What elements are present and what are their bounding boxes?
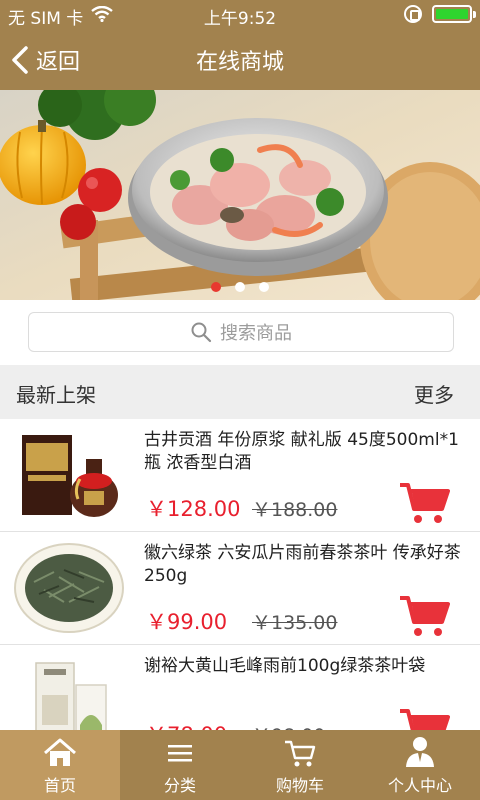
green-tea-leaves-image xyxy=(14,543,124,633)
add-to-cart-icon[interactable] xyxy=(398,594,450,638)
tab-home[interactable]: 首页 xyxy=(0,730,120,800)
status-bar: 无 SIM 卡 上午9:52 xyxy=(0,0,480,30)
page-title: 在线商城 xyxy=(195,50,284,75)
product-list: 古井贡酒 年份原浆 献礼版 45度500ml*1瓶 浓香型白酒 ￥128.00 … xyxy=(0,419,480,730)
user-icon xyxy=(406,737,434,767)
carousel-dot[interactable] xyxy=(235,282,245,292)
product-price: ￥99.00 xyxy=(146,610,228,634)
tab-cart[interactable]: 购物车 xyxy=(240,730,360,800)
product-price: ￥128.00 xyxy=(146,497,241,521)
search-placeholder: 搜索商品 xyxy=(220,323,292,344)
section-header: 最新上架 更多 xyxy=(0,365,480,419)
add-to-cart-icon[interactable] xyxy=(398,481,450,525)
battery-fill xyxy=(436,9,468,19)
tab-bar: 首页 分类 购物车 个人中心 xyxy=(0,730,480,800)
baijiu-bottle-image xyxy=(22,435,118,517)
tea-package-image xyxy=(35,662,107,730)
banner-carousel[interactable] xyxy=(0,90,480,300)
banner-image xyxy=(0,90,480,300)
product-item[interactable]: 徽六绿茶 六安瓜片雨前春茶茶叶 传承好茶250g ￥99.00 ￥135.00 xyxy=(0,532,480,645)
home-icon xyxy=(44,738,76,766)
product-title: 谢裕大黄山毛峰雨前100g绿茶茶叶袋 xyxy=(144,656,426,676)
status-right xyxy=(404,5,476,23)
nav-bar: 返回 在线商城 xyxy=(0,30,480,90)
product-item[interactable]: 谢裕大黄山毛峰雨前100g绿茶茶叶袋 ￥78.00 ￥98.00 xyxy=(0,645,480,730)
product-title: 徽六绿茶 六安瓜片雨前春茶茶叶 传承好茶250g xyxy=(144,543,461,586)
more-link[interactable]: 更多 xyxy=(414,379,454,408)
add-to-cart-icon[interactable] xyxy=(398,707,450,730)
carousel-dot[interactable] xyxy=(259,282,269,292)
tab-category[interactable]: 分类 xyxy=(120,730,240,800)
rotation-lock-icon xyxy=(404,5,422,23)
product-old-price: ￥98.00 xyxy=(252,721,325,730)
carousel-dot[interactable] xyxy=(211,282,221,292)
product-title: 古井贡酒 年份原浆 献礼版 45度500ml*1瓶 浓香型白酒 xyxy=(144,430,459,473)
tab-label: 购物车 xyxy=(275,776,324,795)
search-input[interactable]: 搜索商品 xyxy=(28,312,454,352)
tab-label: 首页 xyxy=(43,776,76,795)
battery-icon xyxy=(432,5,476,23)
tab-label: 个人中心 xyxy=(387,776,452,795)
search-icon xyxy=(191,322,212,343)
product-old-price: ￥135.00 xyxy=(252,612,338,634)
tab-label: 分类 xyxy=(163,776,196,795)
menu-icon xyxy=(168,745,192,762)
product-old-price: ￥188.00 xyxy=(252,499,338,521)
carousel-indicator xyxy=(0,282,480,292)
product-price: ￥78.00 xyxy=(146,719,227,730)
section-title: 最新上架 xyxy=(16,383,96,407)
cart-icon xyxy=(285,740,316,767)
product-item[interactable]: 古井贡酒 年份原浆 献礼版 45度500ml*1瓶 浓香型白酒 ￥128.00 … xyxy=(0,419,480,532)
tab-profile[interactable]: 个人中心 xyxy=(360,730,480,800)
